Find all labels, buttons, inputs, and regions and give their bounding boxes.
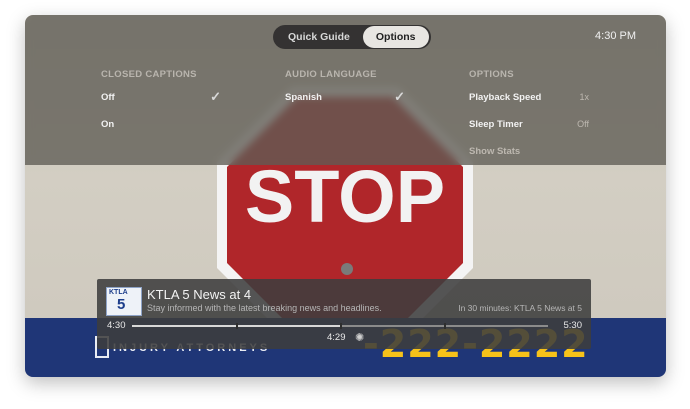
now-playing-panel: KTLA 5 KTLA 5 News at 4 Stay informed wi… [97,279,591,349]
option-value: Off [577,119,589,129]
loading-spinner-icon: ✺ [355,332,365,344]
option-label: Sleep Timer [469,119,523,130]
start-time: 4:30 [107,320,126,331]
stop-sign-text: STOP [245,155,445,238]
channel-logo-text: KTLA [109,289,128,296]
column-heading: CLOSED CAPTIONS [101,69,197,80]
option-label: Off [101,92,115,103]
option-label: Show Stats [469,146,521,157]
caption-option-off[interactable]: Off ✓ [101,89,221,119]
program-description: Stay informed with the latest breaking n… [147,303,382,313]
track-tick [444,323,446,329]
checkmark-icon: ✓ [210,89,221,104]
options-overlay: Quick Guide Options 4:30 PM CLOSED CAPTI… [25,15,666,165]
tab-options[interactable]: Options [362,26,429,48]
option-label: Spanish [285,92,322,103]
column-heading: OPTIONS [469,69,514,80]
tv-screen: STOP INJURY ATTORNEYS -222-2222 Quick Gu… [25,15,666,377]
option-label: Playback Speed [469,92,542,103]
up-next-text: In 30 minutes: KTLA 5 News at 5 [458,303,582,313]
options-column: OPTIONS Playback Speed 1x Sleep Timer Of… [469,69,589,173]
checkmark-icon: ✓ [394,89,405,104]
current-time: 4:29 [327,332,346,343]
sleep-timer-option[interactable]: Sleep Timer Off [469,119,589,146]
clock: 4:30 PM [595,30,636,42]
channel-logo: KTLA 5 [106,287,142,316]
progress-track[interactable] [132,323,548,329]
track-tick [236,323,238,329]
column-heading: AUDIO LANGUAGE [285,69,377,80]
option-value: 1x [579,92,589,102]
playback-speed-option[interactable]: Playback Speed 1x [469,92,589,119]
tab-bar: Quick Guide Options [273,25,431,49]
closed-captions-column: CLOSED CAPTIONS Off ✓ On [101,69,221,146]
audio-option-spanish[interactable]: Spanish ✓ [285,89,405,119]
show-stats-option[interactable]: Show Stats [469,146,589,173]
audio-language-column: AUDIO LANGUAGE Spanish ✓ [285,69,405,119]
channel-logo-number: 5 [117,296,126,313]
program-title: KTLA 5 News at 4 [147,287,252,302]
tab-quick-guide[interactable]: Quick Guide [275,26,363,48]
end-time: 5:30 [563,320,583,331]
track-tick [340,323,342,329]
caption-option-on[interactable]: On [101,119,221,146]
option-label: On [101,119,115,130]
